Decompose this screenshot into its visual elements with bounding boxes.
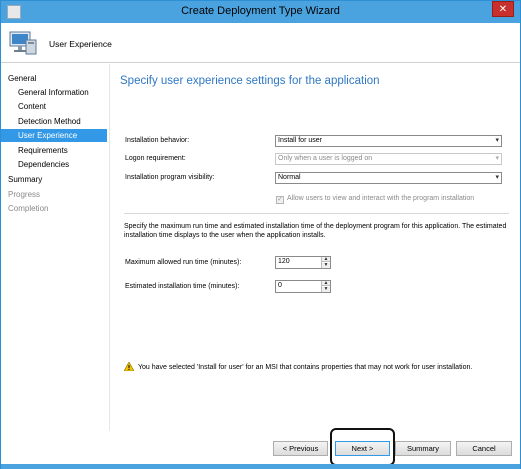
nav-item-dependencies[interactable]: Dependencies (1, 158, 107, 171)
estimated-time-label: Estimated installation time (minutes): (125, 283, 240, 290)
summary-button[interactable]: Summary (395, 441, 451, 456)
program-visibility-label: Installation program visibility: (125, 174, 215, 181)
wizard-header: User Experience (1, 23, 520, 63)
estimated-time-value[interactable]: 0 (278, 282, 282, 289)
close-button[interactable]: ✕ (492, 1, 514, 17)
nav-item-summary[interactable]: Summary (1, 173, 107, 186)
run-time-description: Specify the maximum run time and estimat… (124, 223, 507, 239)
button-bar: < Previous Next > Summary Cancel (109, 431, 520, 464)
msi-warning: You have selected 'Install for user' for… (124, 362, 472, 371)
installation-behavior-label: Installation behavior: (125, 137, 190, 144)
warning-text: You have selected 'Install for user' for… (138, 364, 473, 371)
chevron-down-icon: ▾ (495, 137, 499, 144)
max-run-time-stepper[interactable]: 120 ▲ ▼ (275, 256, 331, 269)
logon-requirement-label: Logon requirement: (125, 155, 186, 162)
previous-button[interactable]: < Previous (273, 441, 328, 456)
nav-item-requirements[interactable]: Requirements (1, 144, 107, 157)
nav-item-general-information[interactable]: General Information (1, 86, 107, 99)
estimated-time-spin-buttons: ▲ ▼ (321, 281, 330, 292)
section-divider (124, 213, 509, 214)
wizard-nav: General General Information Content Dete… (1, 64, 107, 464)
allow-interact-checkbox: ✓ (276, 196, 284, 204)
computer-monitor-icon (9, 31, 37, 55)
installation-behavior-value: Install for user (278, 137, 322, 144)
allow-interact-label: Allow users to view and interact with th… (287, 195, 475, 202)
nav-item-general[interactable]: General (1, 72, 107, 85)
chevron-down-icon: ▾ (495, 155, 499, 162)
max-run-time-label: Maximum allowed run time (minutes): (125, 259, 242, 266)
window-title: Create Deployment Type Wizard (181, 5, 340, 17)
next-button[interactable]: Next > (335, 441, 390, 456)
chevron-down-icon: ▾ (495, 174, 499, 181)
page-title: Specify user experience settings for the… (120, 75, 380, 87)
installation-behavior-select[interactable]: Install for user ▾ (275, 135, 502, 147)
spin-down-icon[interactable]: ▼ (322, 287, 330, 292)
content-panel: Specify user experience settings for the… (109, 64, 520, 464)
program-visibility-select[interactable]: Normal ▾ (275, 172, 502, 184)
nav-item-completion: Completion (8, 204, 49, 213)
spin-down-icon[interactable]: ▼ (322, 263, 330, 268)
nav-item-detection-method[interactable]: Detection Method (1, 115, 107, 128)
allow-interact-row: ✓ Allow users to view and interact with t… (276, 195, 474, 204)
estimated-time-stepper[interactable]: 0 ▲ ▼ (275, 280, 331, 293)
max-run-time-value[interactable]: 120 (278, 258, 290, 265)
wizard-window: Create Deployment Type Wizard ✕ User Exp… (0, 0, 521, 469)
nav-item-user-experience[interactable]: User Experience (1, 129, 107, 142)
bottom-edge (1, 464, 520, 469)
logon-requirement-value: Only when a user is logged on (278, 155, 373, 162)
warning-icon (124, 362, 134, 371)
cancel-button[interactable]: Cancel (456, 441, 512, 456)
logon-requirement-select: Only when a user is logged on ▾ (275, 153, 502, 165)
max-run-time-spin-buttons: ▲ ▼ (321, 257, 330, 268)
header-title: User Experience (49, 39, 112, 49)
nav-item-content[interactable]: Content (1, 100, 107, 113)
program-visibility-value: Normal (278, 174, 301, 181)
title-bar[interactable]: Create Deployment Type Wizard ✕ (1, 1, 520, 23)
nav-item-progress: Progress (8, 190, 41, 199)
